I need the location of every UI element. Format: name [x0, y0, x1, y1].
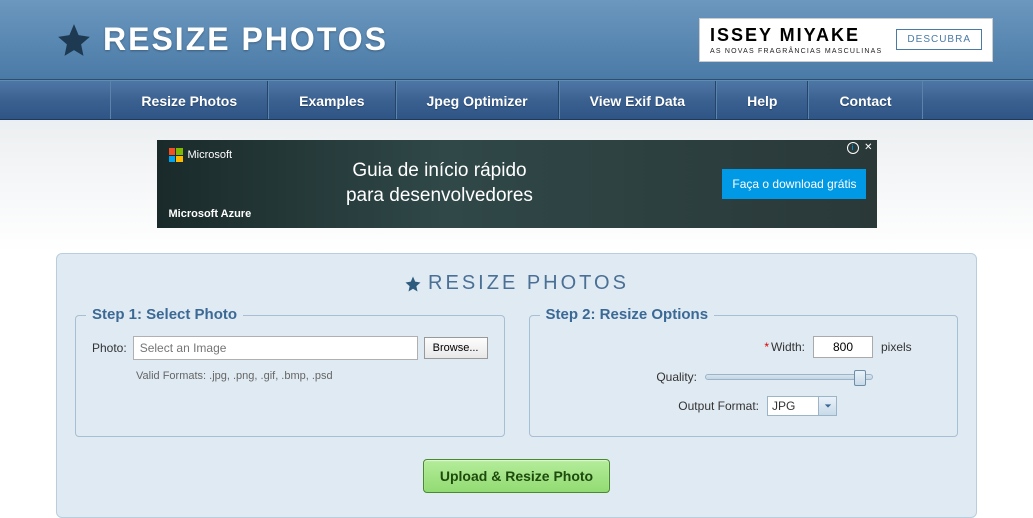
- step1-fieldset: Step 1: Select Photo Photo: Browse... Va…: [75, 315, 505, 437]
- ad-info-icon[interactable]: i: [847, 142, 859, 154]
- microsoft-logo: Microsoft: [169, 148, 233, 162]
- width-label: *Width:: [685, 340, 805, 354]
- valid-formats-text: Valid Formats: .jpg, .png, .gif, .bmp, .…: [136, 370, 488, 382]
- header-ad[interactable]: ISSEY MIYAKE AS NOVAS FRAGRÂNCIAS MASCUL…: [699, 18, 993, 62]
- banner-headline: Guia de início rápido para desenvolvedor…: [346, 159, 533, 208]
- star-icon: [55, 21, 93, 59]
- ad-brand: ISSEY MIYAKE: [710, 25, 882, 46]
- format-value: JPG: [768, 397, 818, 415]
- slider-thumb[interactable]: [854, 370, 866, 386]
- quality-label: Quality:: [577, 370, 697, 384]
- banner-cta-button[interactable]: Faça o download grátis: [722, 169, 866, 199]
- ad-cta-button[interactable]: DESCUBRA: [896, 29, 982, 50]
- main-panel: RESIZE PHOTOS Step 1: Select Photo Photo…: [56, 253, 977, 518]
- nav-help[interactable]: Help: [716, 81, 808, 119]
- step1-legend: Step 1: Select Photo: [86, 306, 243, 323]
- format-select[interactable]: JPG: [767, 396, 837, 416]
- photo-label: Photo:: [92, 341, 127, 355]
- nav-view-exif-data[interactable]: View Exif Data: [559, 81, 716, 119]
- logo-text: RESIZE PHOTOS: [103, 21, 388, 58]
- banner-ad[interactable]: Microsoft Microsoft Azure Guia de início…: [157, 140, 877, 228]
- quality-slider[interactable]: [705, 374, 873, 380]
- nav-resize-photos[interactable]: Resize Photos: [110, 81, 268, 119]
- star-icon: [404, 275, 422, 293]
- nav-jpeg-optimizer[interactable]: Jpeg Optimizer: [396, 81, 559, 119]
- upload-resize-button[interactable]: Upload & Resize Photo: [423, 459, 610, 493]
- nav-examples[interactable]: Examples: [268, 81, 395, 119]
- step2-legend: Step 2: Resize Options: [540, 306, 715, 323]
- photo-input[interactable]: [133, 336, 418, 360]
- ms-logo-icon: [169, 148, 183, 162]
- width-suffix: pixels: [881, 340, 941, 354]
- ad-tagline: AS NOVAS FRAGRÂNCIAS MASCULINAS: [710, 48, 882, 55]
- width-input[interactable]: [813, 336, 873, 358]
- navbar: Resize Photos Examples Jpeg Optimizer Vi…: [0, 80, 1033, 120]
- logo[interactable]: RESIZE PHOTOS: [55, 21, 388, 59]
- step2-fieldset: Step 2: Resize Options *Width: pixels Qu…: [529, 315, 959, 437]
- format-label: Output Format:: [639, 399, 759, 413]
- header: RESIZE PHOTOS ISSEY MIYAKE AS NOVAS FRAG…: [0, 0, 1033, 80]
- ad-close-icon[interactable]: ✕: [864, 142, 872, 153]
- azure-label: Microsoft Azure: [169, 208, 252, 220]
- chevron-down-icon[interactable]: [818, 397, 836, 415]
- nav-contact[interactable]: Contact: [808, 81, 922, 119]
- panel-title: RESIZE PHOTOS: [75, 272, 958, 295]
- browse-button[interactable]: Browse...: [424, 337, 488, 359]
- panel-title-text: RESIZE PHOTOS: [428, 272, 629, 295]
- banner-area: Microsoft Microsoft Azure Guia de início…: [0, 120, 1033, 253]
